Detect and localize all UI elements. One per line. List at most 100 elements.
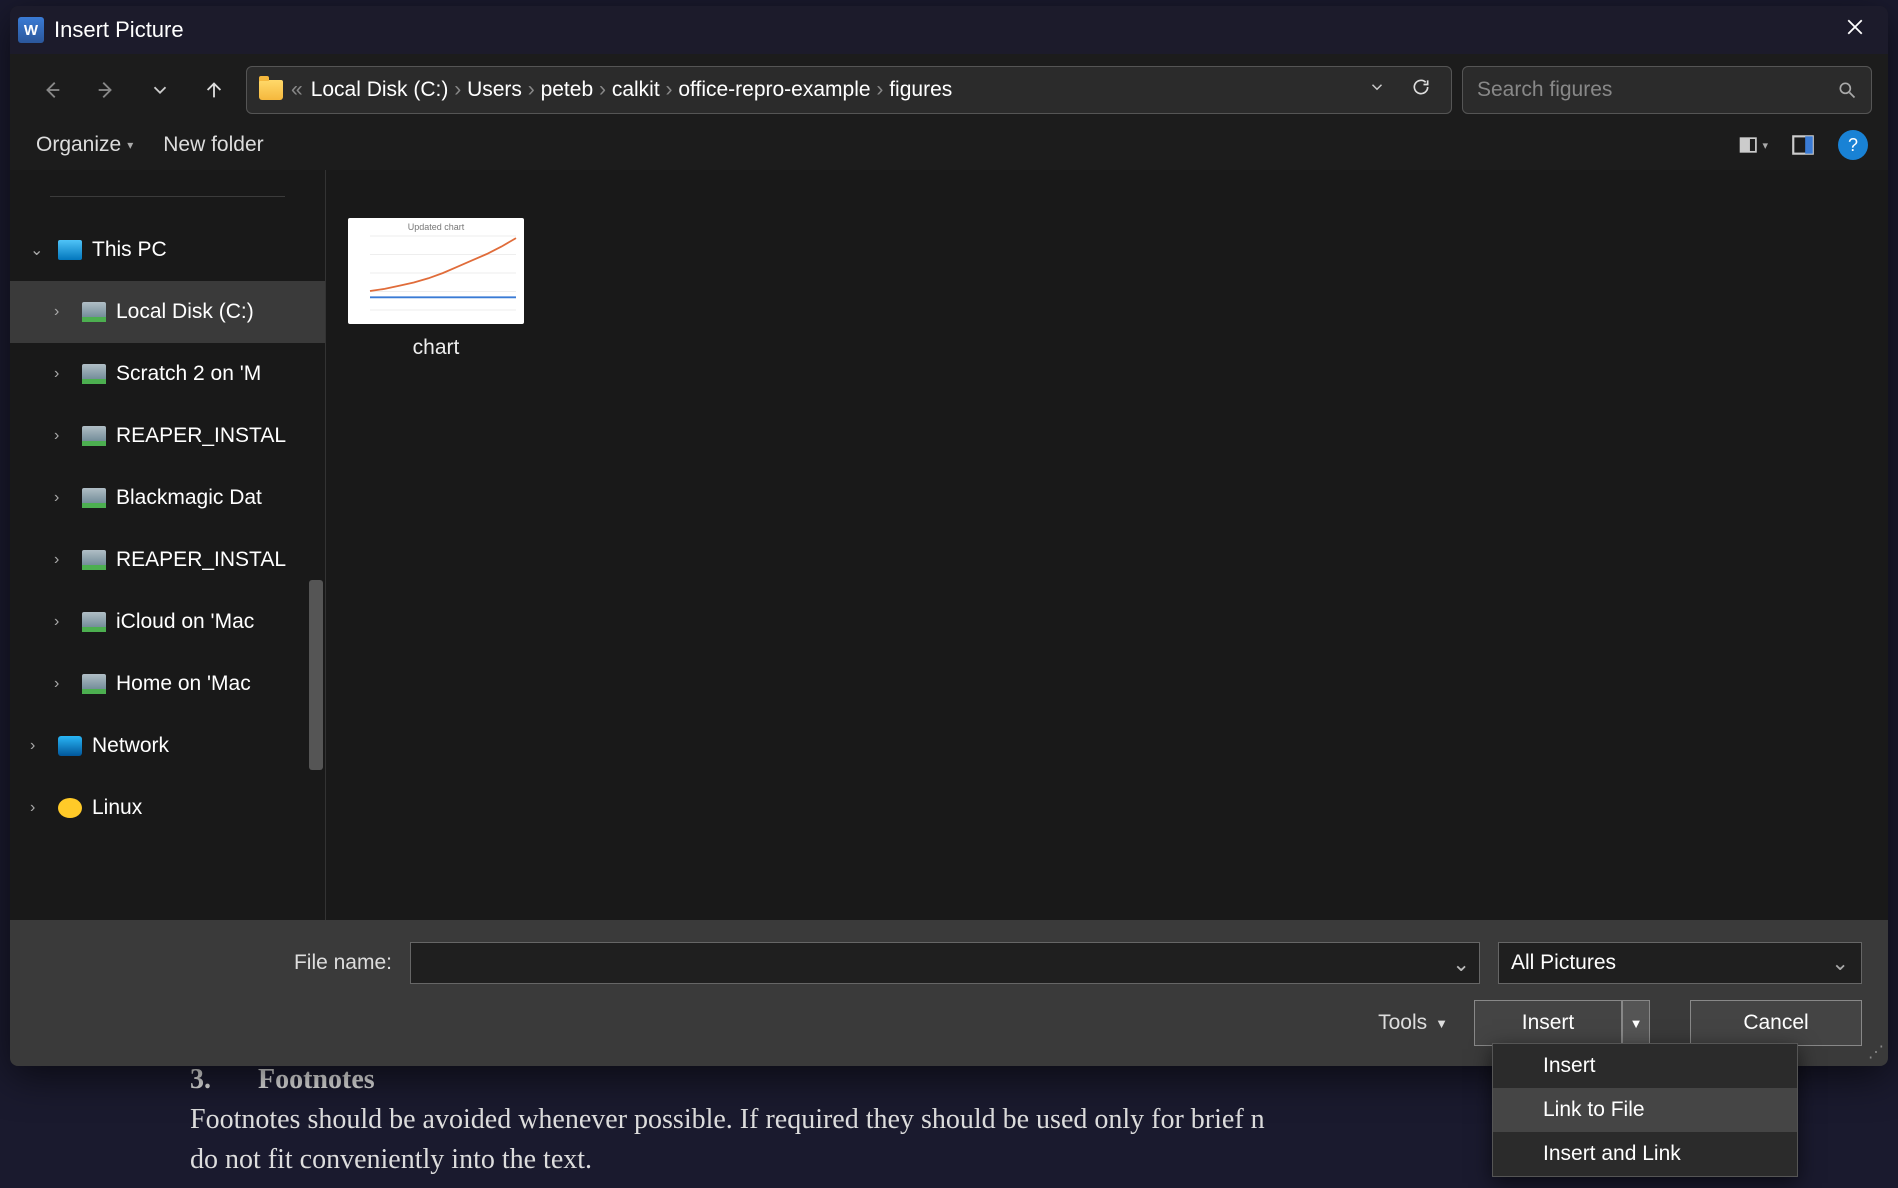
resize-grip[interactable]: ⋰ <box>1868 1042 1882 1062</box>
tree-item-label: Local Disk (C:) <box>116 300 325 324</box>
chevron-right-icon[interactable]: › <box>30 737 48 755</box>
titlebar: W Insert Picture <box>10 6 1888 54</box>
dialog-title: Insert Picture <box>54 17 1830 43</box>
breadcrumb-segment[interactable]: figures <box>889 78 952 101</box>
tree-item[interactable]: ›Blackmagic Dat <box>10 467 325 529</box>
file-thumbnail: Updated chart <box>348 218 524 324</box>
insert-button[interactable]: Insert <box>1474 1000 1622 1046</box>
search-icon <box>1837 80 1857 100</box>
chevron-right-icon[interactable]: › <box>54 489 72 507</box>
tree-item[interactable]: ›Network <box>10 715 325 777</box>
back-button[interactable] <box>30 68 74 112</box>
forward-button[interactable] <box>84 68 128 112</box>
dialog-body: ⌄ This PC › Local Disk (C:) › Scratch 2 on 'M… <box>10 170 1888 920</box>
tree-item[interactable]: ⌄ This PC <box>10 219 325 281</box>
tools-button[interactable]: Tools ▼ <box>1378 1011 1448 1035</box>
tree-item-label: REAPER_INSTAL <box>116 424 325 448</box>
chevron-down-icon: ⌄ <box>1831 951 1849 976</box>
breadcrumb-segment[interactable]: calkit <box>612 78 660 101</box>
sidebar-separator <box>50 196 285 197</box>
arrow-up-icon <box>203 79 225 101</box>
breadcrumb-segment[interactable]: Local Disk (C:) <box>311 78 449 101</box>
address-dropdown[interactable] <box>1359 78 1395 102</box>
sidebar-scrollbar[interactable] <box>309 580 323 770</box>
tree-item[interactable]: › iCloud on 'Mac <box>10 591 325 653</box>
disk-icon <box>82 612 106 632</box>
view-mode-button[interactable]: ▾ <box>1738 130 1768 160</box>
organize-button[interactable]: Organize ▾ <box>36 133 133 157</box>
tree-item[interactable]: › Linux <box>10 777 325 839</box>
arrow-left-icon <box>41 79 63 101</box>
tree-item-label: Home on 'Mac <box>116 672 325 696</box>
section-title: Footnotes <box>258 1064 375 1095</box>
disk-icon <box>82 550 106 570</box>
chevron-down-icon: ▾ <box>127 138 133 152</box>
menu-item[interactable]: Link to File <box>1493 1088 1797 1132</box>
tree-item-label: Scratch 2 on 'M <box>116 362 325 386</box>
new-folder-button[interactable]: New folder <box>163 133 263 157</box>
disk-icon <box>82 488 106 508</box>
cancel-button[interactable]: Cancel <box>1690 1000 1862 1046</box>
preview-pane-icon <box>1790 132 1816 158</box>
arrow-right-icon <box>95 79 117 101</box>
search-input[interactable] <box>1477 78 1837 102</box>
tree-item-label: iCloud on 'Mac <box>116 610 325 634</box>
tree-item-label: This PC <box>92 238 325 262</box>
tree-item[interactable]: › REAPER_INSTAL <box>10 529 325 591</box>
menu-item[interactable]: Insert and Link <box>1493 1132 1797 1176</box>
tree-item-label: Linux <box>92 796 325 820</box>
tree-item[interactable]: › Home on 'Mac <box>10 653 325 715</box>
chevron-right-icon: › <box>593 78 612 101</box>
tree-item[interactable]: › Local Disk (C:) <box>10 281 325 343</box>
chevron-down-icon: ▼ <box>1435 1016 1448 1031</box>
file-list[interactable]: Updated chart chart <box>326 170 1888 920</box>
preview-pane-button[interactable] <box>1788 130 1818 160</box>
help-icon: ? <box>1848 135 1858 156</box>
filename-input[interactable] <box>410 942 1480 984</box>
navigation-pane: ⌄ This PC › Local Disk (C:) › Scratch 2 on 'M… <box>10 170 326 920</box>
insert-picture-dialog: W Insert Picture « Local Disk (C:) › Use… <box>10 6 1888 1066</box>
pc-icon <box>58 240 82 260</box>
tree-item-label: REAPER_INSTAL <box>116 548 325 572</box>
word-icon: W <box>18 17 44 43</box>
disk-icon <box>82 302 106 322</box>
file-name: chart <box>413 336 460 360</box>
recent-locations-button[interactable] <box>138 68 182 112</box>
help-button[interactable]: ? <box>1838 130 1868 160</box>
up-button[interactable] <box>192 68 236 112</box>
chevron-right-icon[interactable]: › <box>54 551 72 569</box>
net-icon <box>58 736 82 756</box>
insert-dropdown-button[interactable]: ▼ <box>1622 1000 1650 1046</box>
chevron-down-icon: ▾ <box>1762 139 1768 152</box>
disk-icon <box>82 674 106 694</box>
close-button[interactable] <box>1830 18 1880 42</box>
breadcrumb-segment[interactable]: peteb <box>541 78 594 101</box>
chevron-right-icon: › <box>660 78 679 101</box>
tree-item[interactable]: › Scratch 2 on 'M <box>10 343 325 405</box>
refresh-button[interactable] <box>1403 77 1439 103</box>
chevron-down-icon: ▼ <box>1630 1016 1643 1031</box>
chevron-right-icon[interactable]: › <box>30 799 48 817</box>
search-box[interactable] <box>1462 66 1872 114</box>
chevron-right-icon[interactable]: › <box>54 365 72 383</box>
insert-dropdown-menu: InsertLink to FileInsert and Link <box>1492 1043 1798 1177</box>
refresh-icon <box>1411 77 1431 97</box>
tree-item[interactable]: › REAPER_INSTAL <box>10 405 325 467</box>
file-type-filter[interactable]: All Pictures ⌄ <box>1498 942 1862 984</box>
file-item[interactable]: Updated chart chart <box>346 210 526 368</box>
insert-split-button: Insert ▼ <box>1474 1000 1650 1046</box>
menu-item[interactable]: Insert <box>1493 1044 1797 1088</box>
disk-icon <box>82 426 106 446</box>
nav-row: « Local Disk (C:) › Users › peteb › calk… <box>10 54 1888 124</box>
chevron-right-icon[interactable]: › <box>54 303 72 321</box>
breadcrumb-segment[interactable]: office-repro-example <box>678 78 870 101</box>
disk-icon <box>82 364 106 384</box>
address-bar[interactable]: « Local Disk (C:) › Users › peteb › calk… <box>246 66 1452 114</box>
chevron-right-icon[interactable]: › <box>54 675 72 693</box>
chevron-down-icon[interactable]: ⌄ <box>30 240 48 260</box>
chevron-right-icon: › <box>871 78 890 101</box>
chevron-right-icon: › <box>522 78 541 101</box>
chevron-right-icon[interactable]: › <box>54 613 72 631</box>
chevron-right-icon[interactable]: › <box>54 427 72 445</box>
breadcrumb-segment[interactable]: Users <box>467 78 522 101</box>
